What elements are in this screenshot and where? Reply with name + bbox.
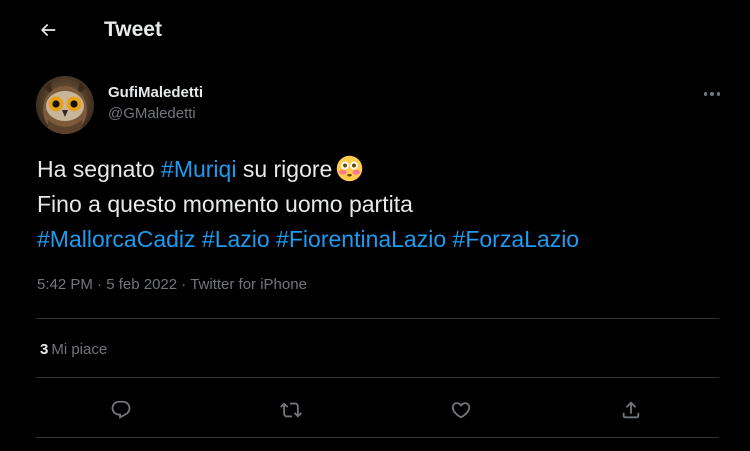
divider: [36, 318, 719, 319]
tweet-date[interactable]: 5 feb 2022: [106, 276, 177, 293]
heart-icon: [451, 402, 471, 419]
tweet-text-line-1: Ha segnato #Muriqi su rigore: [37, 152, 727, 187]
more-options-button[interactable]: [698, 84, 726, 104]
meta-separator: ·: [97, 276, 103, 293]
author-handle[interactable]: @GMaledetti: [108, 104, 203, 124]
likes-summary[interactable]: 3 Mi piace: [40, 341, 107, 358]
tweet-text: Ha segnato #Muriqi su rigore Fino a ques…: [37, 152, 727, 257]
likes-label: Mi piace: [51, 341, 108, 358]
author-display-name[interactable]: GufiMaledetti: [108, 84, 203, 102]
hashtag-link[interactable]: #MallorcaCadiz: [37, 226, 196, 252]
retweet-button[interactable]: [272, 391, 310, 429]
owl-avatar-image: [36, 76, 94, 134]
page-title: Tweet: [104, 18, 162, 41]
retweet-icon: [280, 402, 302, 418]
flushed-face-emoji-icon: [337, 155, 363, 182]
tweet-meta: 5:42 PM · 5 feb 2022 · Twitter for iPhon…: [37, 276, 307, 293]
tweet-actions: [36, 391, 719, 429]
tweet-author: GufiMaledetti @GMaledetti: [36, 76, 726, 134]
divider: [36, 437, 719, 438]
tweet-time[interactable]: 5:42 PM: [37, 276, 93, 293]
divider: [36, 377, 719, 378]
text-segment: Ha segnato: [37, 156, 162, 182]
hashtag-link[interactable]: #Muriqi: [161, 156, 236, 182]
like-button[interactable]: [442, 391, 480, 429]
reply-button[interactable]: [102, 391, 140, 429]
hashtag-link[interactable]: #ForzaLazio: [453, 226, 580, 252]
meta-separator: ·: [181, 276, 187, 293]
arrow-left-icon: [41, 24, 56, 36]
back-button[interactable]: [30, 12, 66, 48]
hashtag-link[interactable]: #FiorentinaLazio: [276, 226, 446, 252]
more-horizontal-icon: [703, 92, 721, 96]
share-icon: [622, 401, 640, 419]
author-names: GufiMaledetti @GMaledetti: [108, 84, 203, 124]
text-segment: su rigore: [236, 156, 333, 182]
tweet-text-line-3: #MallorcaCadiz #Lazio #FiorentinaLazio #…: [37, 222, 727, 257]
tweet-header: Tweet: [0, 0, 750, 62]
tweet-text-line-2: Fino a questo momento uomo partita: [37, 191, 413, 217]
tweet-source[interactable]: Twitter for iPhone: [190, 276, 307, 293]
hashtag-link[interactable]: #Lazio: [202, 226, 270, 252]
avatar[interactable]: [36, 76, 94, 134]
likes-count: 3: [40, 341, 49, 358]
share-button[interactable]: [612, 391, 650, 429]
reply-icon: [111, 400, 131, 419]
